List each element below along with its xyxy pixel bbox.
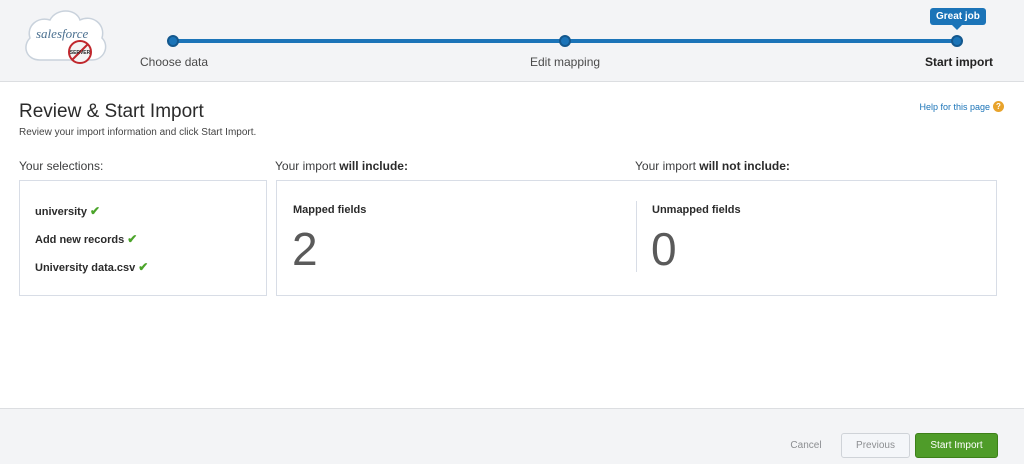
help-link-label[interactable]: Help for this page [919,102,990,112]
include-heading-prefix: Your import [275,159,340,173]
help-icon[interactable]: ? [993,101,1004,112]
exclude-heading-prefix: Your import [635,159,700,173]
great-job-tooltip: Great job [930,8,986,30]
salesforce-logo: salesforce SERVER [25,10,107,64]
selection-file: University data.csv ✔ [35,260,148,274]
summary-divider [636,201,637,272]
check-icon: ✔ [89,204,101,218]
wizard-header: salesforce SERVER Choose data Edit mappi… [0,0,1024,82]
help-link[interactable]: Help for this page ? [919,101,1004,112]
exclude-heading: Your import will not include: [635,159,790,173]
svg-text:SERVER: SERVER [70,50,91,56]
mapped-fields-count: 2 [292,223,318,275]
step-dot-edit-mapping [559,35,571,47]
selection-action: Add new records ✔ [35,232,137,246]
mapped-fields-label: Mapped fields [293,204,367,216]
start-import-button[interactable]: Start Import [915,433,998,458]
selections-panel: university ✔ Add new records ✔ University … [19,180,267,296]
page-title: Review & Start Import [19,101,204,122]
unmapped-fields-label: Unmapped fields [652,204,741,216]
unmapped-fields-count: 0 [651,223,677,275]
selection-object: university ✔ [35,204,100,218]
step-dot-choose-data [167,35,179,47]
include-heading-bold: will include: [339,159,408,173]
step-label-choose-data[interactable]: Choose data [140,55,208,69]
previous-button[interactable]: Previous [841,433,910,458]
page-subtitle: Review your import information and click… [19,127,257,138]
step-label-start-import: Start import [925,55,994,69]
check-icon: ✔ [127,232,138,246]
step-label-edit-mapping[interactable]: Edit mapping [530,55,600,69]
check-icon: ✔ [138,260,149,274]
wizard-footer: Cancel Previous Start Import [0,408,1024,464]
selection-action-label: Add new records [35,234,125,246]
selection-file-label: University data.csv [35,262,136,274]
selection-object-label: university [35,206,87,218]
include-heading: Your import will include: [275,159,408,173]
exclude-heading-bold: will not include: [699,159,790,173]
selections-heading: Your selections: [19,159,104,173]
svg-text:salesforce: salesforce [36,26,88,41]
import-summary-panel: Mapped fields 2 Unmapped fields 0 [276,180,997,296]
cancel-button[interactable]: Cancel [782,433,830,458]
step-dot-start-import [951,35,963,47]
